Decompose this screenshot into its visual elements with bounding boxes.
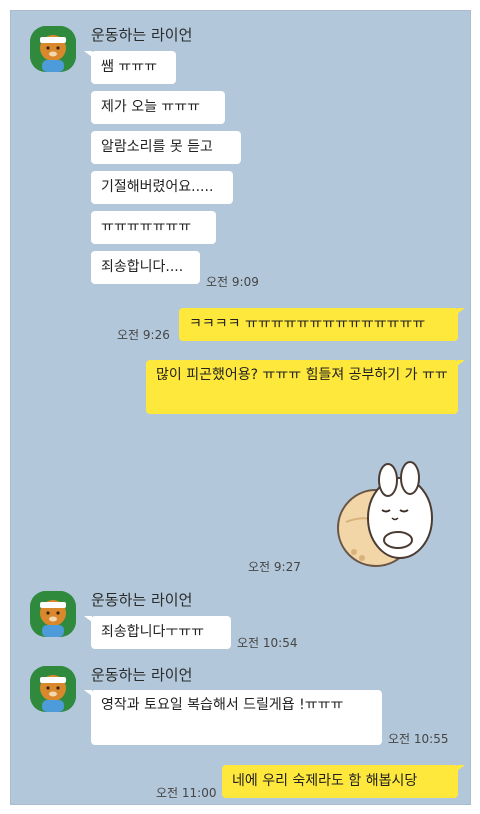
message-time: 오전 10:55 [388,732,449,746]
sender-name: 운동하는 라이언 [91,26,193,44]
message-bubble[interactable]: 영작과 토요일 복습해서 드릴게욥 !ㅠㅠㅠ [91,690,382,745]
message-time: 오전 9:26 [117,328,170,342]
bubble-tail [457,765,465,771]
my-message-bubble[interactable]: 많이 피곤했어용? ㅠㅠㅠ 힘들져 공부하기 가 ㅠㅠ [146,360,458,414]
sender-name: 운동하는 라이언 [91,591,193,609]
bubble-tail [457,360,465,366]
sender-avatar[interactable] [30,591,76,637]
sender-avatar[interactable] [30,666,76,712]
sender-avatar[interactable] [30,26,76,72]
message-bubble[interactable]: 쌤 ㅠㅠㅠ [91,51,176,84]
message-time: 오전 11:00 [156,786,217,800]
sleepy-bunny-sticker-icon [337,461,433,567]
my-message-bubble[interactable]: ㅋㅋㅋㅋ ㅠㅠㅠㅠㅠㅠㅠㅠㅠㅠㅠㅠㅠㅠ [179,308,458,341]
message-time: 오전 10:54 [237,636,298,650]
bubble-tail [457,308,465,314]
lion-avatar-icon [30,666,76,712]
sticker-message[interactable] [336,460,442,570]
message-bubble[interactable]: 죄송합니다.... [91,251,200,284]
message-bubble[interactable]: 기절해버렸어요..... [91,171,233,204]
message-bubble[interactable]: 알람소리를 못 듣고 [91,131,241,164]
sender-name: 운동하는 라이언 [91,666,193,684]
message-bubble[interactable]: 죄송합니다ㅜㅠㅠ [91,616,231,649]
lion-avatar-icon [30,591,76,637]
chat-window: 운동하는 라이언 쌤 ㅠㅠㅠ 제가 오늘 ㅠㅠㅠ 알람소리를 못 듣고 기절해버… [10,10,471,805]
lion-avatar-icon [30,26,76,72]
message-bubble[interactable]: 제가 오늘 ㅠㅠㅠ [91,91,225,124]
message-time: 오전 9:27 [248,560,301,574]
message-bubble[interactable]: ㅠㅠㅠㅠㅠㅠㅠ [91,211,216,244]
my-message-bubble[interactable]: 네에 우리 숙제라도 함 해봅시당 [222,765,458,798]
message-time: 오전 9:09 [206,275,259,289]
